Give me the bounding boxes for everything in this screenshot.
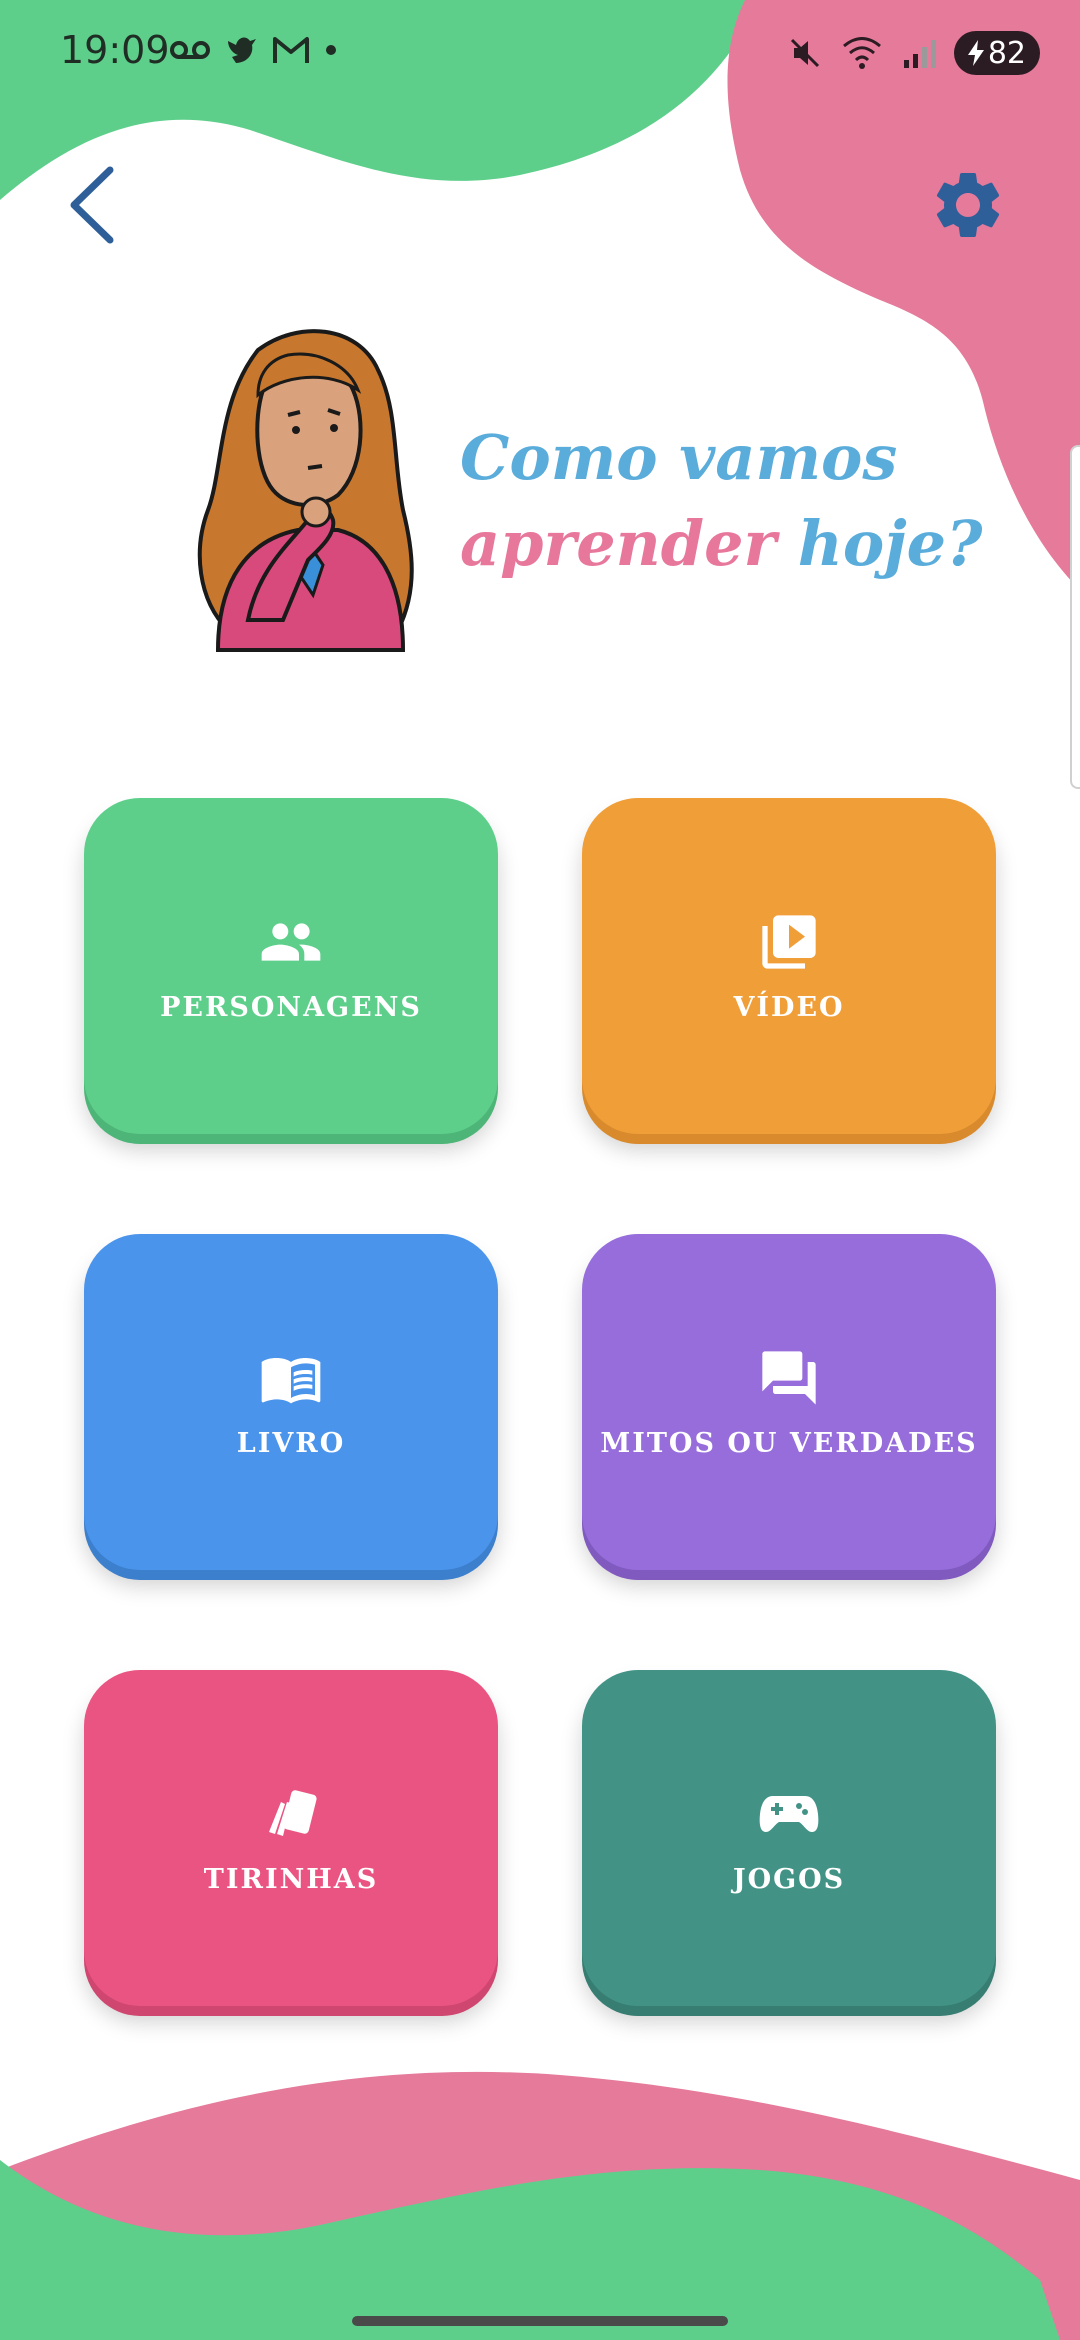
charging-icon: [967, 40, 984, 66]
tile-label: PERSONAGENS: [160, 991, 422, 1023]
battery-level: 82: [987, 35, 1026, 71]
mute-icon: [790, 38, 819, 68]
forum-icon: [762, 1350, 816, 1405]
video-library-icon: [762, 914, 816, 969]
tile-label: LIVRO: [236, 1427, 346, 1459]
battery-indicator: 82: [953, 31, 1040, 75]
cards-icon: [269, 1789, 317, 1836]
voicemail-icon: [170, 41, 210, 59]
tile-livro[interactable]: LIVRO: [84, 1234, 498, 1570]
home-indicator[interactable]: [352, 2316, 728, 2326]
chevron-left-icon: [70, 166, 114, 244]
gamepad-icon: [759, 1795, 819, 1832]
title-line-1: Como vamos: [460, 421, 898, 494]
tile-jogos[interactable]: JOGOS: [582, 1670, 996, 2006]
dot-icon: [326, 45, 336, 55]
tile-label: VÍDEO: [733, 991, 845, 1023]
people-icon: [261, 922, 321, 961]
settings-button[interactable]: [928, 165, 1008, 245]
title-line-2: aprender hoje?: [460, 501, 982, 587]
tile-tirinhas[interactable]: TIRINHAS: [84, 1670, 498, 2006]
side-panel-handle[interactable]: [1070, 445, 1080, 789]
signal-icon: [903, 40, 936, 68]
gmail-icon: [273, 37, 309, 63]
notification-icons: [170, 30, 338, 70]
bottom-green-blob: [0, 2160, 1060, 2340]
back-button[interactable]: [60, 160, 130, 250]
title-word-hoje: hoje?: [797, 507, 983, 580]
gear-icon: [936, 172, 1000, 237]
tile-video[interactable]: VÍDEO: [582, 798, 996, 1134]
tile-label: MITOS OU VERDADES: [600, 1427, 978, 1459]
tile-label: TIRINHAS: [203, 1863, 379, 1895]
tile-personagens[interactable]: PERSONAGENS: [84, 798, 498, 1134]
title-word-aprender: aprender: [460, 507, 777, 580]
status-bar: 19:09 82: [0, 0, 1080, 110]
status-time: 19:09: [60, 28, 170, 72]
bird-icon: [228, 37, 256, 63]
tile-mitos-ou-verdades[interactable]: MITOS OU VERDADES: [582, 1234, 996, 1570]
thinking-girl-illustration: [197, 329, 414, 652]
system-icons: 82: [788, 28, 1040, 78]
open-book-icon: [261, 1357, 321, 1403]
page-title: Como vamos aprender hoje?: [460, 415, 982, 587]
wifi-icon: [842, 37, 881, 69]
tile-label: JOGOS: [732, 1863, 846, 1895]
